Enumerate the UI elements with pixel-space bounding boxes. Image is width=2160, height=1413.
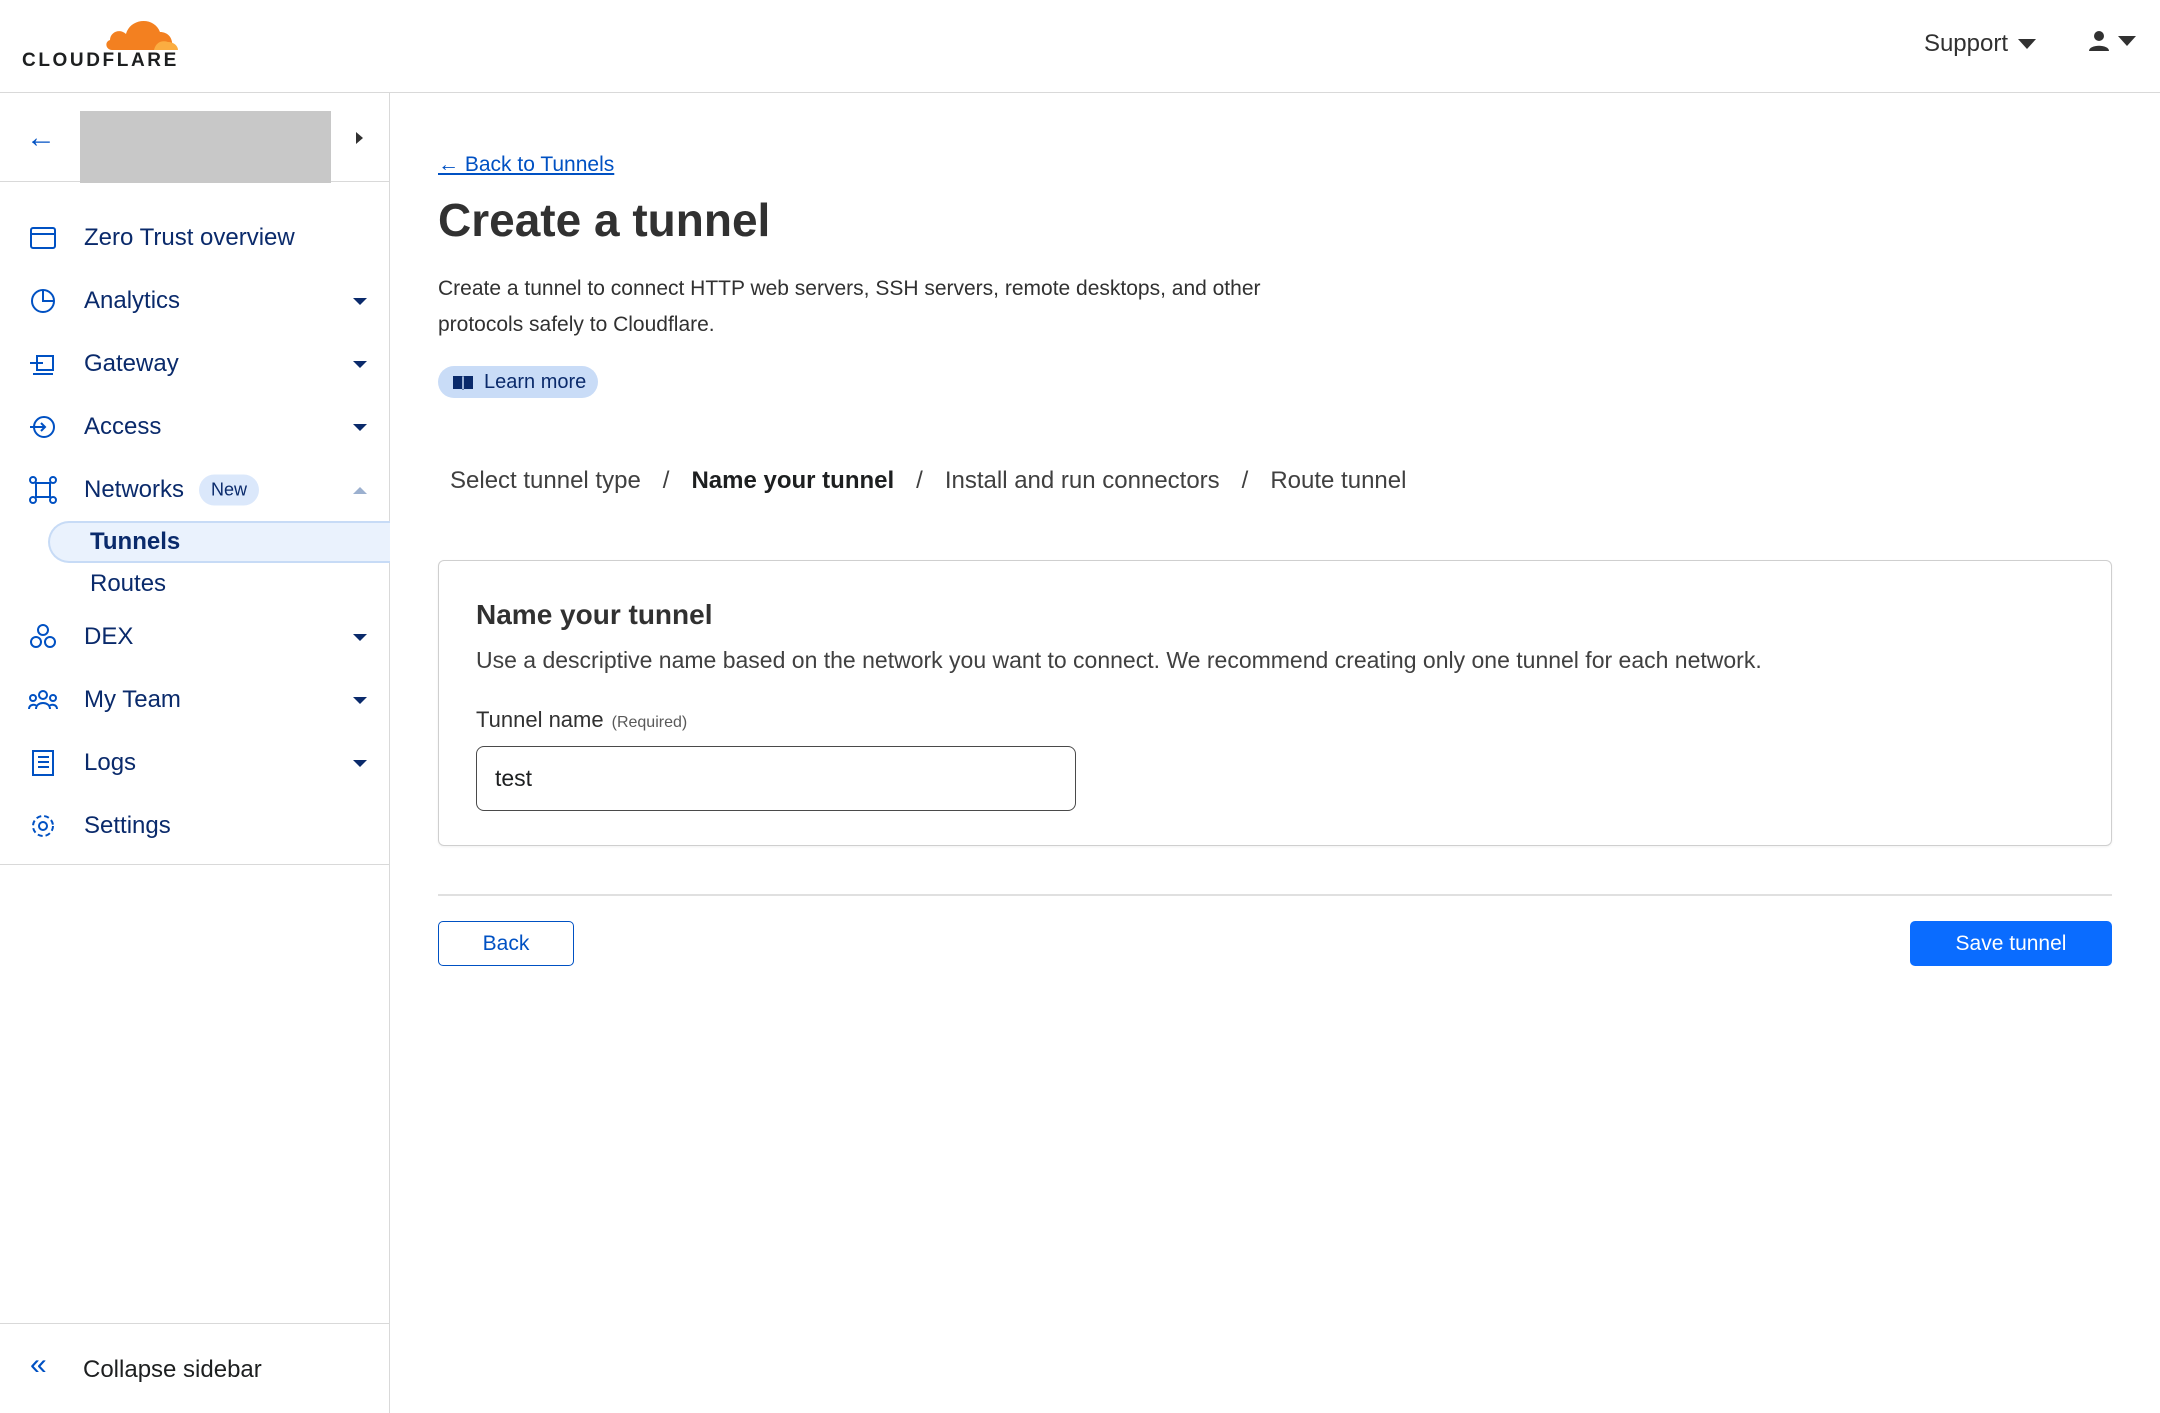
access-icon xyxy=(28,412,58,442)
sidebar-item-zero-trust-overview[interactable]: Zero Trust overview xyxy=(0,206,389,269)
sidebar-item-label: My Team xyxy=(84,685,181,713)
sidebar-item-logs[interactable]: Logs xyxy=(0,731,389,794)
sidebar-item-label: Logs xyxy=(84,748,137,776)
cloudflare-logo[interactable]: CLOUDFLARE xyxy=(22,12,192,74)
sidebar-item-analytics[interactable]: Analytics xyxy=(0,269,389,332)
back-to-tunnels-link[interactable]: ← Back to Tunnels xyxy=(438,153,614,177)
chevron-down-icon xyxy=(353,297,367,305)
logo-wordmark: CLOUDFLARE xyxy=(22,50,179,71)
card-description: Use a descriptive name based on the netw… xyxy=(476,647,1762,673)
sidebar-subitem-tunnels[interactable]: Tunnels xyxy=(0,521,390,563)
account-name-redacted[interactable] xyxy=(80,111,331,183)
sidebar-item-gateway[interactable]: Gateway xyxy=(0,332,389,395)
dex-icon xyxy=(28,622,58,652)
chevron-down-icon xyxy=(353,696,367,704)
sidebar-item-access[interactable]: Access xyxy=(0,395,389,458)
sidebar-item-dex[interactable]: DEX xyxy=(0,605,389,668)
sidebar-item-label: Access xyxy=(84,412,162,440)
step-select-tunnel-type: Select tunnel type xyxy=(450,467,641,494)
account-switcher: ← xyxy=(0,93,389,183)
tunnel-name-input[interactable] xyxy=(476,746,1076,811)
step-install-run-connectors: Install and run connectors xyxy=(944,467,1220,494)
step-separator: / xyxy=(1241,467,1249,494)
sidebar-item-networks[interactable]: Networks New xyxy=(0,458,389,521)
step-separator: / xyxy=(916,467,923,494)
back-button[interactable]: Back xyxy=(438,921,574,966)
user-menu[interactable] xyxy=(2088,30,2136,52)
step-separator: / xyxy=(662,467,670,494)
sidebar-subitem-label: Routes xyxy=(90,570,167,597)
card-title: Name your tunnel xyxy=(476,599,713,630)
pie-chart-icon xyxy=(28,286,58,316)
wizard-steps: Select tunnel type / Name your tunnel / … xyxy=(450,467,1406,495)
sidebar-item-label: Networks xyxy=(84,475,185,503)
sidebar: ← Zero Trust overview Analytics Gateway xyxy=(0,93,390,1413)
logs-icon xyxy=(28,748,58,778)
network-icon xyxy=(28,475,58,505)
window-icon xyxy=(28,223,58,253)
cloud-logo-icon xyxy=(106,20,178,50)
user-icon xyxy=(2089,31,2109,51)
double-chevron-left-icon: « xyxy=(30,1348,47,1381)
main-content: ← Back to Tunnels Create a tunnel Create… xyxy=(438,93,2112,1413)
team-icon xyxy=(28,685,58,715)
chevron-down-icon xyxy=(353,759,367,767)
save-tunnel-button[interactable]: Save tunnel xyxy=(1910,921,2112,966)
top-bar: CLOUDFLARE Support xyxy=(0,0,2160,93)
chevron-down-icon xyxy=(2018,39,2036,49)
collapse-sidebar-label: Collapse sidebar xyxy=(83,1356,262,1383)
name-tunnel-card: Name your tunnel Use a descriptive name … xyxy=(438,560,2112,846)
tunnel-name-label: Tunnel name (Required) xyxy=(476,707,687,733)
learn-more-label: Learn more xyxy=(484,370,587,393)
chevron-down-icon xyxy=(353,633,367,641)
collapse-sidebar-button[interactable]: « Collapse sidebar xyxy=(0,1323,389,1413)
step-route-tunnel: Route tunnel xyxy=(1270,467,1407,494)
sidebar-item-label: DEX xyxy=(84,622,134,650)
page-description: Create a tunnel to connect HTTP web serv… xyxy=(438,277,1261,336)
chevron-down-icon xyxy=(353,360,367,368)
sidebar-item-label: Gateway xyxy=(84,349,179,377)
new-badge: New xyxy=(199,474,260,505)
sidebar-divider xyxy=(0,864,389,865)
chevron-down-icon xyxy=(2118,36,2136,46)
sidebar-item-label: Settings xyxy=(84,811,171,839)
support-label: Support xyxy=(1923,30,2008,57)
chevron-down-icon xyxy=(353,423,367,431)
support-menu[interactable]: Support xyxy=(1924,30,2036,58)
book-icon xyxy=(453,376,473,390)
sidebar-item-settings[interactable]: Settings xyxy=(0,794,389,857)
sidebar-item-my-team[interactable]: My Team xyxy=(0,668,389,731)
page-title: Create a tunnel xyxy=(438,194,771,246)
sidebar-nav: Zero Trust overview Analytics Gateway Ac… xyxy=(0,206,390,857)
learn-more-button[interactable]: Learn more xyxy=(438,366,599,398)
footer-divider xyxy=(438,894,2112,896)
sidebar-item-label: Analytics xyxy=(84,286,181,314)
step-name-your-tunnel: Name your tunnel xyxy=(691,467,895,494)
gear-icon xyxy=(28,811,58,841)
chevron-up-icon xyxy=(353,486,367,494)
arrow-left-icon[interactable]: ← xyxy=(26,123,56,153)
sidebar-subitem-routes[interactable]: Routes xyxy=(0,563,389,605)
required-hint: (Required) xyxy=(611,714,688,731)
tunnel-name-label-text: Tunnel name xyxy=(476,707,604,732)
sidebar-subitem-label: Tunnels xyxy=(90,528,181,555)
chevron-right-icon[interactable] xyxy=(356,132,363,144)
sidebar-item-label: Zero Trust overview xyxy=(84,223,295,251)
gateway-icon xyxy=(28,349,58,379)
